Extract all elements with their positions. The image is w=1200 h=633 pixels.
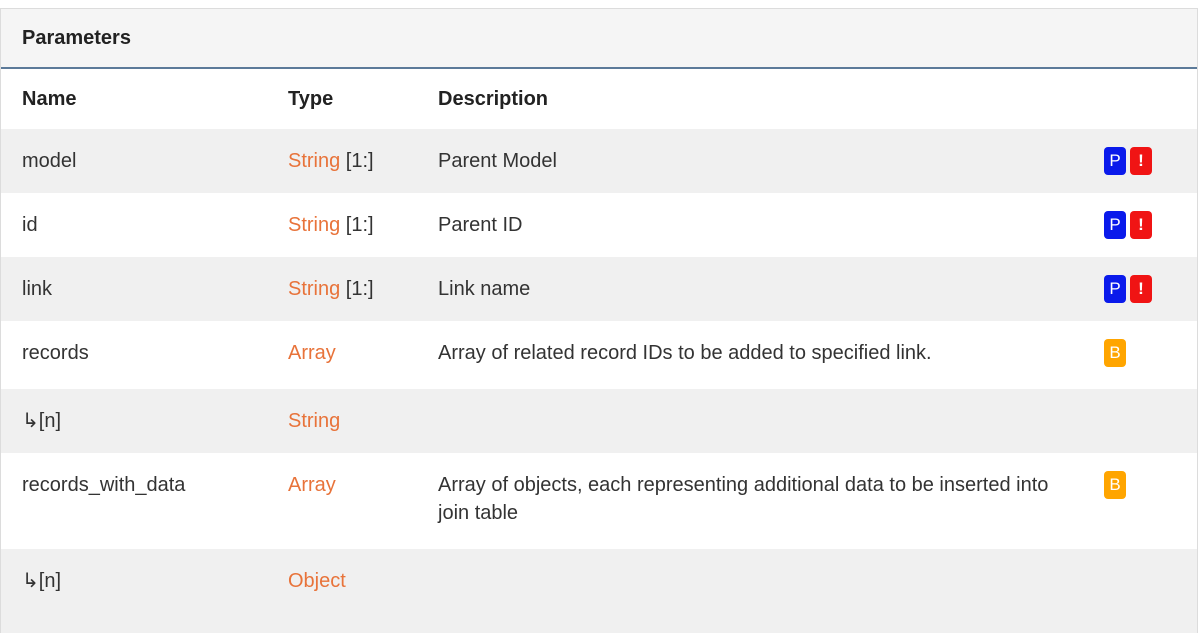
table-row: id String [1:] Parent ID P! — [1, 193, 1197, 257]
param-type-name: Object — [288, 570, 346, 592]
parameters-panel: Parameters Name Type Description model S… — [0, 8, 1198, 633]
param-description: Array of objects, each representing addi… — [417, 453, 1104, 549]
param-type: Array — [267, 321, 417, 389]
param-name: records — [1, 321, 267, 389]
param-name: ↳[n] — [1, 389, 267, 453]
param-type: Object — [267, 549, 417, 613]
param-type: Array — [267, 453, 417, 549]
param-type-name: Array — [288, 474, 336, 496]
param-description: Parent Model — [417, 129, 1104, 193]
required-badge: ! — [1130, 211, 1152, 239]
param-badges — [1104, 389, 1197, 453]
param-description: Parent ID — [417, 193, 1104, 257]
param-type: String [1:] — [267, 193, 417, 257]
param-badges: P! — [1104, 129, 1197, 193]
param-type-name: Array — [288, 342, 336, 364]
param-badges: P! — [1104, 257, 1197, 321]
table-header-row: Name Type Description — [1, 69, 1197, 129]
param-name: id — [1, 193, 267, 257]
param-type: String — [267, 389, 417, 453]
param-type-name: String — [288, 410, 341, 432]
table-row: model String [1:] Parent Model P! — [1, 129, 1197, 193]
required-badge: ! — [1130, 147, 1152, 175]
table-row: records Array Array of related record ID… — [1, 321, 1197, 389]
param-type: String [1:] — [267, 129, 417, 193]
param-description: Array of related record IDs to be added … — [417, 321, 1104, 389]
table-row: ↳[n] String — [1, 389, 1197, 453]
param-badges: P! — [1104, 193, 1197, 257]
param-name: ↳[n] — [1, 549, 267, 613]
parameters-table: Name Type Description model String [1:] … — [1, 69, 1197, 613]
column-header-name: Name — [1, 69, 267, 129]
required-badge: ! — [1130, 275, 1152, 303]
path-param-badge: P — [1104, 275, 1126, 303]
body-param-badge: B — [1104, 339, 1126, 367]
body-param-badge: B — [1104, 471, 1126, 499]
column-header-description: Description — [417, 69, 1104, 129]
param-badges: B — [1104, 453, 1197, 549]
param-type-range: [1:] — [340, 278, 374, 300]
param-description: Link name — [417, 257, 1104, 321]
column-header-type: Type — [267, 69, 417, 129]
param-type-range: [1:] — [340, 214, 374, 236]
param-badges — [1104, 549, 1197, 613]
param-name: model — [1, 129, 267, 193]
param-type-name: String — [288, 150, 341, 172]
panel-title: Parameters — [1, 9, 1197, 69]
param-type-name: String — [288, 278, 341, 300]
path-param-badge: P — [1104, 211, 1126, 239]
table-row: link String [1:] Link name P! — [1, 257, 1197, 321]
param-badges: B — [1104, 321, 1197, 389]
table-row: records_with_data Array Array of objects… — [1, 453, 1197, 549]
path-param-badge: P — [1104, 147, 1126, 175]
param-type-name: String — [288, 214, 341, 236]
param-name: records_with_data — [1, 453, 267, 549]
param-type-range: [1:] — [340, 150, 374, 172]
table-row: ↳[n] Object — [1, 549, 1197, 613]
param-name: link — [1, 257, 267, 321]
column-header-flags — [1104, 69, 1197, 129]
param-description — [417, 549, 1104, 613]
param-type: String [1:] — [267, 257, 417, 321]
param-description — [417, 389, 1104, 453]
